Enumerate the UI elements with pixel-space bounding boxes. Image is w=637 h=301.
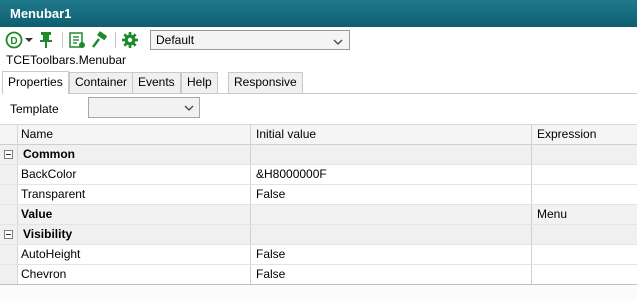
property-name: Transparent [21, 187, 86, 201]
collapse-icon[interactable] [4, 230, 13, 239]
property-initial-value[interactable]: False [250, 245, 531, 264]
chevron-down-icon[interactable] [333, 34, 343, 52]
grid-gutter [0, 145, 18, 164]
template-panel: Template [0, 94, 637, 124]
tab-properties[interactable]: Properties [2, 71, 69, 94]
property-grid: Name Initial value Expression Common Bac… [0, 124, 637, 285]
column-header-initial-value[interactable]: Initial value [250, 125, 531, 144]
property-initial-value[interactable]: False [250, 185, 531, 204]
grid-gutter [0, 185, 18, 204]
grid-header: Name Initial value Expression [0, 125, 637, 145]
template-combobox[interactable] [88, 97, 200, 118]
tab-events[interactable]: Events [132, 72, 181, 93]
gear-icon[interactable] [121, 31, 139, 49]
chevron-down-icon[interactable] [184, 102, 194, 116]
property-initial-value[interactable] [250, 205, 531, 224]
property-expression[interactable] [531, 185, 637, 204]
property-row-transparent[interactable]: Transparent False [0, 185, 637, 205]
svg-text:D: D [10, 36, 17, 47]
category-row-common[interactable]: Common [0, 145, 637, 165]
properties-sheet-icon[interactable] [68, 31, 86, 49]
property-initial-value[interactable]: False [250, 265, 531, 284]
toolbar-separator [62, 32, 63, 48]
tab-container[interactable]: Container [69, 72, 134, 93]
default-dropdown-icon[interactable]: D [5, 31, 23, 49]
category-initial-cell [250, 225, 531, 244]
tab-strip: Properties Container Events Help Respons… [2, 71, 637, 94]
grid-gutter [0, 225, 18, 244]
property-initial-value[interactable]: &H8000000F [250, 165, 531, 184]
category-expression-cell [531, 225, 637, 244]
grid-gutter [0, 205, 18, 224]
toolbar-separator [115, 32, 116, 48]
grid-gutter [0, 125, 18, 144]
hammer-icon[interactable] [91, 31, 109, 49]
category-initial-cell [250, 145, 531, 164]
property-expression[interactable]: Menu [531, 205, 637, 224]
tab-help[interactable]: Help [181, 72, 218, 93]
column-header-name[interactable]: Name [18, 125, 250, 144]
category-row-visibility[interactable]: Visibility [0, 225, 637, 245]
preset-combobox-value: Default [156, 33, 195, 47]
collapse-icon[interactable] [4, 150, 13, 159]
pin-icon[interactable] [37, 31, 55, 49]
preset-combobox[interactable]: Default [150, 30, 350, 50]
property-name: Chevron [21, 267, 67, 281]
property-row-autoheight[interactable]: AutoHeight False [0, 245, 637, 265]
property-name: BackColor [21, 167, 77, 181]
property-name: Value [21, 207, 53, 221]
property-expression[interactable] [531, 265, 637, 284]
template-label: Template [10, 102, 59, 116]
column-header-expression[interactable]: Expression [531, 125, 637, 144]
property-expression[interactable] [531, 165, 637, 184]
class-name-label: TCEToolbars.Menubar [6, 53, 127, 67]
chevron-down-icon[interactable] [25, 38, 33, 42]
grid-gutter [0, 245, 18, 264]
tab-responsive[interactable]: Responsive [228, 72, 303, 93]
property-row-value[interactable]: Value Menu [0, 205, 637, 225]
grid-gutter [0, 265, 18, 284]
category-label: Visibility [23, 227, 73, 241]
property-row-backcolor[interactable]: BackColor &H8000000F [0, 165, 637, 185]
property-name: AutoHeight [21, 247, 81, 261]
property-row-chevron[interactable]: Chevron False [0, 265, 637, 285]
category-label: Common [23, 147, 75, 161]
window-title: Menubar1 [0, 0, 637, 27]
grid-gutter [0, 165, 18, 184]
category-expression-cell [531, 145, 637, 164]
property-expression[interactable] [531, 245, 637, 264]
description-panel [0, 284, 637, 301]
